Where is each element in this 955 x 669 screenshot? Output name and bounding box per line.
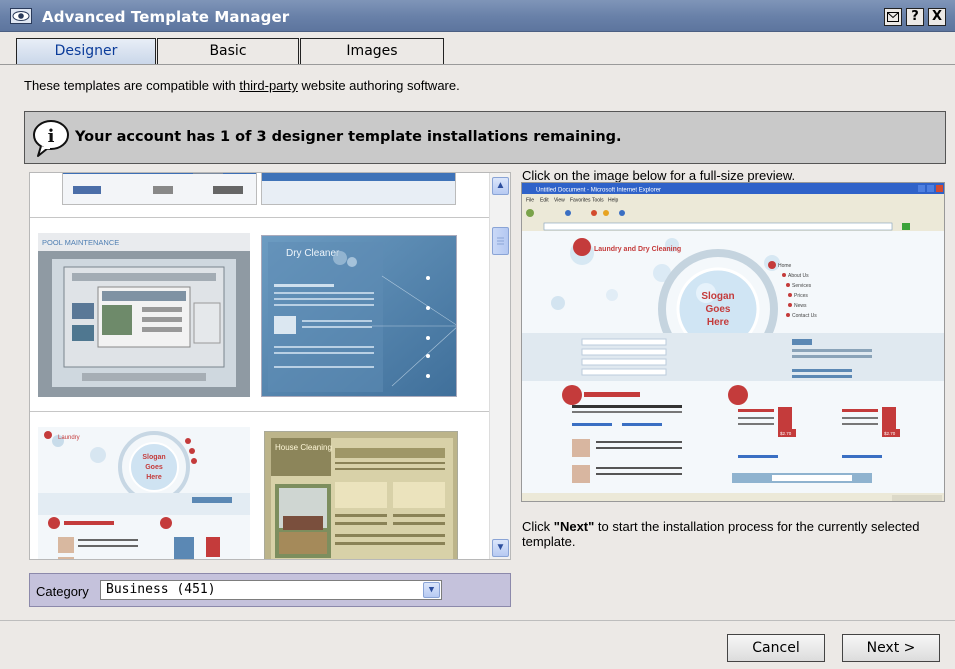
preview-hint: Click on the image below for a full-size…	[522, 168, 796, 183]
preview-menu-edit: Edit	[540, 198, 549, 204]
house-cleaning-thumb-title: House Cleaning	[275, 443, 332, 452]
gallery-scrollbar[interactable]: ▲ ▼	[489, 173, 510, 559]
preview-menu-view: View	[554, 198, 565, 204]
minimize-box-icon[interactable]	[884, 8, 902, 26]
category-bar: Category Business (451) ▼	[29, 573, 511, 607]
info-icon: i	[33, 120, 69, 157]
notice-message: Your account has 1 of 3 designer templat…	[75, 129, 622, 145]
preview-menu-favorites: Favorites	[570, 198, 591, 204]
window-title: Advanced Template Manager	[42, 8, 290, 26]
category-selected-value: Business (451)	[106, 582, 216, 597]
template-thumbnail-house-cleaning[interactable]: House Cleaning	[264, 431, 458, 559]
svg-text:Contact Us: Contact Us	[792, 313, 817, 319]
tab-images[interactable]: Images	[300, 38, 444, 65]
svg-text:Goes: Goes	[705, 304, 730, 315]
preview-browser-title: Untitled Document - Microsoft Internet E…	[536, 188, 661, 194]
svg-text:Goes: Goes	[145, 464, 163, 471]
window-titlebar: Advanced Template Manager ? X	[0, 0, 955, 32]
footer-divider	[0, 620, 955, 621]
installations-notice: i Your account has 1 of 3 designer templ…	[24, 111, 946, 164]
template-thumbnail-pool-maintenance[interactable]: POOL MAINTENANCE	[38, 233, 250, 397]
svg-text:$2.70: $2.70	[780, 431, 792, 436]
template-thumbnail-partial-right[interactable]	[261, 173, 456, 205]
svg-text:News: News	[794, 303, 807, 309]
tab-strip: Designer Basic Images	[16, 38, 946, 65]
svg-text:Services: Services	[792, 283, 812, 289]
eye-icon	[10, 8, 32, 24]
help-button[interactable]: ?	[906, 8, 924, 26]
preview-menu-tools: Tools	[592, 198, 604, 204]
svg-text:Here: Here	[707, 317, 730, 328]
preview-menu-file: File	[526, 198, 534, 204]
scrollbar-thumb[interactable]	[492, 227, 509, 255]
tab-divider	[0, 64, 955, 65]
svg-text:Home: Home	[778, 263, 792, 269]
next-keyword: "Next"	[553, 519, 595, 534]
pool-thumb-title: POOL MAINTENANCE	[42, 238, 119, 247]
category-select[interactable]: Business (451) ▼	[100, 580, 442, 600]
svg-text:i: i	[48, 126, 55, 147]
scroll-down-icon[interactable]: ▼	[492, 539, 509, 557]
tab-designer[interactable]: Designer	[16, 38, 156, 65]
dry-cleaner-thumb-title: Dry Cleaner	[286, 248, 340, 259]
svg-text:Laundry: Laundry	[58, 435, 80, 441]
category-label: Category	[36, 584, 89, 599]
template-thumbnail-laundry[interactable]: Laundry Slogan Goes Here	[38, 427, 250, 559]
scroll-up-icon[interactable]: ▲	[492, 177, 509, 195]
next-button[interactable]: Next >	[842, 634, 940, 662]
template-thumbnail-dry-cleaner[interactable]: Dry Cleaner	[261, 235, 457, 397]
template-preview-image[interactable]: Untitled Document - Microsoft Internet E…	[521, 182, 945, 502]
preview-site-title: Laundry and Dry Cleaning	[594, 246, 681, 253]
cancel-button[interactable]: Cancel	[727, 634, 825, 662]
next-hint: Click "Next" to start the installation p…	[522, 519, 920, 549]
preview-menu-help: Help	[608, 198, 619, 204]
svg-text:Here: Here	[146, 474, 162, 481]
gallery-row-divider	[30, 411, 490, 412]
svg-text:$2.70: $2.70	[884, 431, 896, 436]
svg-text:Slogan: Slogan	[701, 291, 734, 302]
template-gallery[interactable]: POOL MAINTENANCE Dry Cleaner Laundry Slo…	[29, 172, 511, 560]
svg-text:About Us: About Us	[788, 273, 809, 279]
close-button[interactable]: X	[928, 8, 946, 26]
template-thumbnail-partial-left[interactable]	[62, 173, 257, 205]
chevron-down-icon[interactable]: ▼	[423, 582, 440, 598]
third-party-link[interactable]: third-party	[239, 78, 298, 93]
svg-text:Slogan: Slogan	[142, 454, 165, 461]
gallery-row-divider	[30, 217, 490, 218]
compatibility-text: These templates are compatible with thir…	[24, 78, 460, 93]
svg-text:Prices: Prices	[794, 293, 808, 299]
tab-basic[interactable]: Basic	[157, 38, 299, 65]
